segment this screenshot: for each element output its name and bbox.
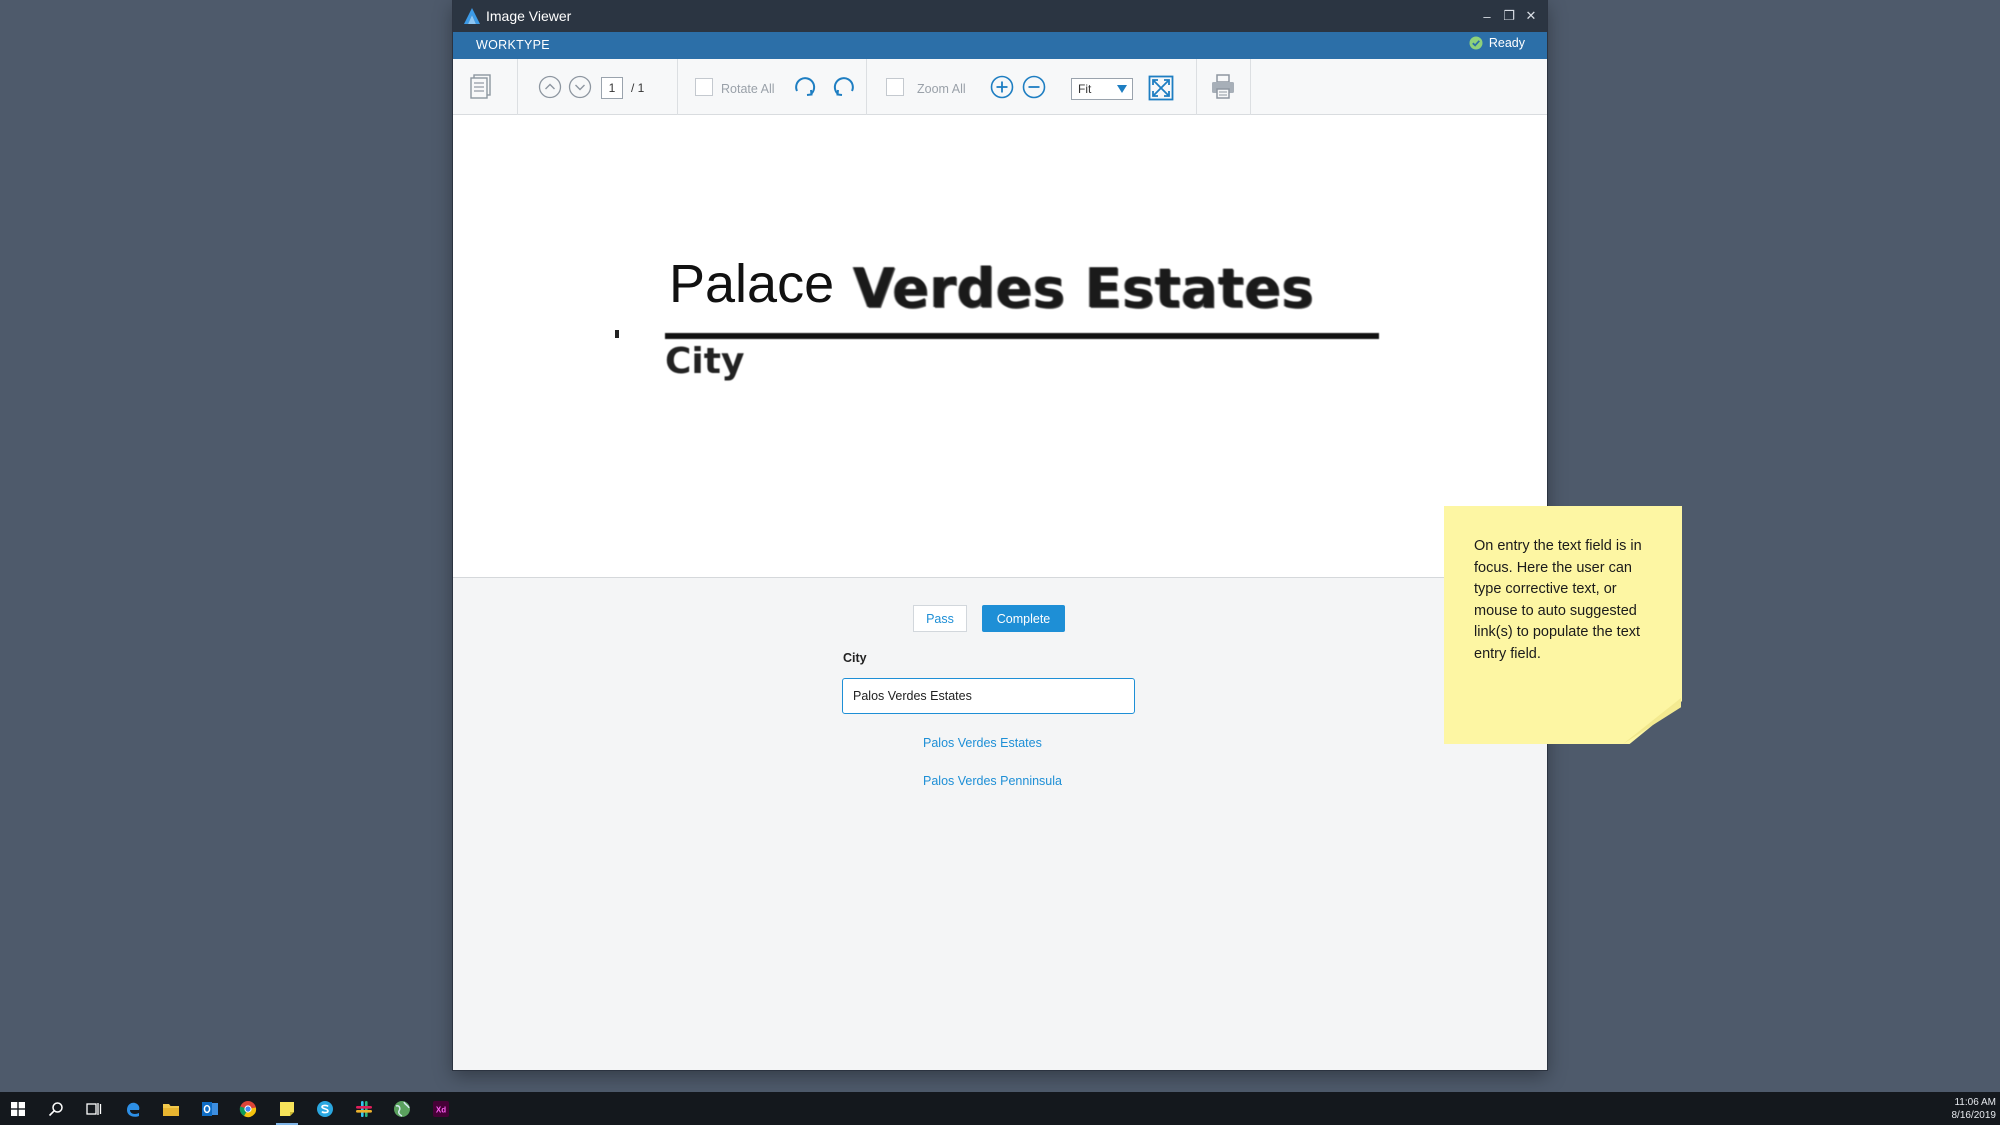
zoom-all-checkbox[interactable] (886, 78, 904, 96)
taskbar-adobe-xd[interactable]: Xd (428, 1096, 454, 1121)
viewer-toolbar: 1 / 1 Rotate All Zoom All Fit (453, 59, 1547, 115)
clock-time: 11:06 AM (1954, 1097, 1996, 1108)
taskbar: Xd 11:06 AM 8/16/2019 (0, 1092, 2000, 1125)
system-clock[interactable]: 11:06 AM 8/16/2019 (1952, 1096, 1997, 1122)
zoom-fit-select[interactable]: Fit (1071, 78, 1133, 100)
rotate-counterclockwise-button[interactable] (831, 74, 857, 100)
zoom-fit-value: Fit (1078, 82, 1092, 96)
scan-text-verdes-estates: Verdes Estates (853, 257, 1315, 320)
pass-button[interactable]: Pass (913, 605, 967, 632)
image-viewer-window: Image Viewer – ❐ ✕ WORKTYPE Ready 1 / 1 … (453, 0, 1547, 1070)
taskbar-file-explorer[interactable] (158, 1096, 184, 1121)
status-indicator: Ready (1469, 36, 1525, 50)
rotate-clockwise-button[interactable] (792, 74, 818, 100)
scan-text-city: City (665, 341, 745, 382)
chrome-icon (239, 1100, 257, 1117)
data-entry-panel: Pass Complete City Palos Verdes Estates … (453, 578, 1547, 1070)
zoom-all-label: Zoom All (917, 82, 966, 96)
window-controls: – ❐ ✕ (1479, 6, 1539, 26)
rotate-clockwise-icon (795, 77, 816, 96)
taskbar-sticky-notes[interactable] (274, 1096, 300, 1125)
zoom-out-button[interactable] (1022, 75, 1046, 99)
chevron-up-icon (538, 75, 562, 99)
check-circle-icon (1469, 36, 1483, 50)
search-icon (48, 1101, 63, 1116)
taskbar-skype[interactable] (312, 1096, 338, 1121)
minimize-button[interactable]: – (1479, 6, 1495, 26)
start-button[interactable] (5, 1096, 31, 1121)
dropdown-arrow-icon (1117, 85, 1127, 93)
rotate-all-checkbox[interactable] (695, 78, 713, 96)
toolbar-separator (866, 59, 867, 115)
clock-date: 8/16/2019 (1951, 1110, 1997, 1121)
close-button[interactable]: ✕ (1523, 6, 1539, 26)
svg-text:Xd: Xd (436, 1105, 446, 1114)
globe-icon (394, 1100, 410, 1117)
outlook-icon (202, 1101, 218, 1116)
zoom-out-icon (1022, 75, 1046, 99)
edge-icon (127, 1102, 140, 1117)
document-image-area[interactable]: Palace Verdes Estates City (453, 115, 1547, 578)
taskbar-search[interactable] (43, 1096, 69, 1121)
scan-underline (665, 333, 1379, 339)
chevron-down-icon (568, 75, 592, 99)
taskbar-outlook[interactable] (197, 1096, 223, 1121)
taskbar-chrome[interactable] (235, 1096, 261, 1121)
toolbar-separator (1250, 59, 1251, 115)
thumbnails-button[interactable] (467, 73, 495, 101)
status-text: Ready (1488, 36, 1525, 50)
expand-icon (1148, 75, 1174, 101)
toolbar-separator (677, 59, 678, 115)
complete-button[interactable]: Complete (982, 605, 1065, 632)
page-total: / 1 (631, 81, 645, 95)
rotate-counterclockwise-icon (833, 77, 854, 96)
scan-text-palace: Palace (669, 254, 835, 314)
sticky-notes-icon (280, 1101, 294, 1116)
slack-icon (356, 1100, 372, 1117)
printer-icon (1212, 74, 1234, 99)
print-button[interactable] (1209, 73, 1237, 101)
city-field-label: City (843, 651, 867, 665)
taskbar-task-view[interactable] (81, 1096, 107, 1121)
taskbar-edge[interactable] (120, 1096, 146, 1121)
suggestion-link[interactable]: Palos Verdes Penninsula (923, 774, 1062, 788)
task-view-icon (86, 1102, 102, 1115)
sticky-note-text: On entry the text field is in focus. Her… (1474, 538, 1642, 662)
document-pages-icon (470, 74, 491, 99)
title-bar[interactable]: Image Viewer – ❐ ✕ (453, 0, 1547, 32)
worktype-label: WORKTYPE (476, 38, 550, 52)
taskbar-globe-app[interactable] (389, 1096, 415, 1121)
taskbar-slack[interactable] (351, 1096, 377, 1121)
xd-icon: Xd (433, 1100, 449, 1117)
scan-mark (615, 330, 619, 338)
restore-button[interactable]: ❐ (1501, 6, 1517, 26)
fullscreen-button[interactable] (1148, 75, 1174, 101)
toolbar-separator (517, 59, 518, 115)
rotate-all-label: Rotate All (721, 82, 775, 96)
start-icon (11, 1101, 25, 1116)
zoom-in-icon (990, 75, 1014, 99)
skype-icon (317, 1100, 333, 1117)
suggestion-link[interactable]: Palos Verdes Estates (923, 736, 1042, 750)
zoom-in-button[interactable] (990, 75, 1014, 99)
city-input[interactable] (842, 678, 1135, 714)
next-page-button[interactable] (568, 75, 592, 99)
page-number-input[interactable]: 1 (601, 77, 623, 99)
previous-page-button[interactable] (538, 75, 562, 99)
worktype-bar: WORKTYPE Ready (453, 32, 1547, 59)
app-logo-icon (464, 8, 480, 24)
window-title: Image Viewer (486, 8, 572, 24)
file-explorer-icon (163, 1103, 179, 1116)
toolbar-separator (1196, 59, 1197, 115)
